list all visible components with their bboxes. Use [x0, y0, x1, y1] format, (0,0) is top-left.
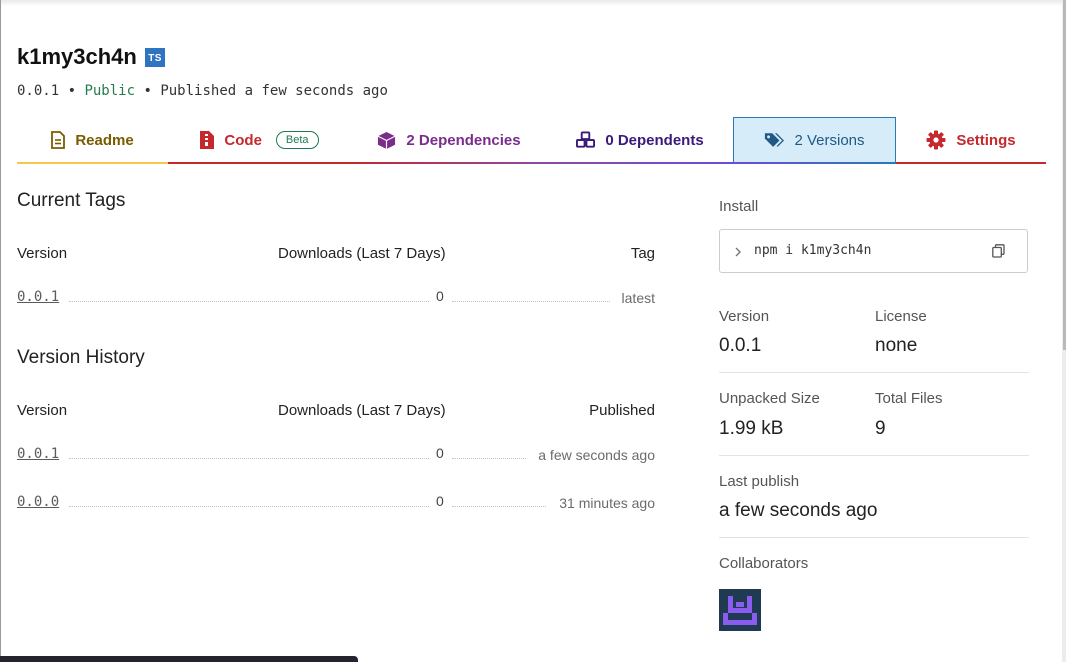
total-files-value: 9 [875, 418, 886, 439]
tab-dependents[interactable]: 0 Dependents [547, 117, 733, 163]
collaborator-avatar[interactable] [719, 589, 761, 631]
window-edge [0, 0, 1, 662]
package-visibility: Public [84, 83, 136, 99]
package-published-time: a few seconds ago [244, 83, 388, 99]
history-header-version: Version [17, 402, 68, 419]
tab-versions-label: 2 Versions [794, 131, 865, 149]
current-tags-header-version: Version [17, 245, 68, 262]
box-icon [378, 131, 396, 149]
tab-readme-underline [17, 162, 168, 164]
version-value: 0.0.1 [719, 335, 762, 356]
license-value: none [875, 335, 918, 356]
tab-code-underline [168, 162, 351, 164]
sidebar-divider [719, 537, 1029, 538]
collaborators-label: Collaborators [719, 555, 809, 572]
package-version: 0.0.1 [17, 83, 60, 99]
tab-dependents-underline [547, 162, 733, 164]
unpacked-size-label: Unpacked Size [719, 390, 820, 407]
gear-icon [926, 130, 946, 150]
tab-code[interactable]: Code Beta [168, 117, 351, 163]
tab-settings-label: Settings [956, 131, 1016, 149]
row-leader-dots [69, 301, 429, 302]
history-published: a few seconds ago [538, 447, 655, 463]
sidebar-divider [719, 372, 1029, 373]
row-leader-dots [69, 458, 429, 459]
tab-settings-underline [896, 162, 1046, 164]
current-tags-header-downloads: Downloads (Last 7 Days) [278, 245, 446, 262]
history-header-published: Published [589, 402, 655, 419]
install-command: npm i k1my3ch4n [754, 243, 872, 258]
tab-code-label: Code [224, 131, 262, 149]
readme-file-icon [51, 131, 66, 149]
top-shadow [0, 0, 1066, 6]
row-leader-dots [69, 506, 429, 507]
version-label: Version [719, 308, 770, 325]
version-history-heading: Version History [17, 347, 145, 368]
history-downloads: 0 [436, 445, 444, 461]
total-files-label: Total Files [875, 390, 943, 407]
history-version-link[interactable]: 0.0.0 [17, 494, 59, 510]
current-tags-header-tag: Tag [630, 245, 655, 262]
tab-versions[interactable]: 2 Versions [733, 117, 896, 163]
boxes-icon [576, 131, 596, 148]
install-command-box[interactable]: npm i k1my3ch4n [719, 229, 1028, 273]
tab-dependencies[interactable]: 2 Dependencies [351, 117, 547, 163]
tab-readme-label: Readme [75, 131, 134, 149]
package-meta: 0.0.1 • Public • Published a few seconds… [17, 83, 388, 99]
current-tags-heading: Current Tags [17, 190, 126, 211]
current-tag-name: latest [621, 290, 655, 306]
meta-published-prefix: • Published [135, 83, 245, 99]
tab-versions-underline [733, 162, 896, 164]
license-label: License [875, 308, 927, 325]
tab-readme[interactable]: Readme [17, 117, 168, 163]
tags-icon [765, 132, 785, 147]
unpacked-size-value: 1.99 kB [719, 418, 784, 439]
last-publish-label: Last publish [719, 473, 800, 490]
code-file-icon [200, 131, 215, 149]
history-header-downloads: Downloads (Last 7 Days) [278, 402, 446, 419]
history-version-link[interactable]: 0.0.1 [17, 446, 59, 462]
package-title: k1my3ch4n [17, 44, 137, 69]
history-downloads: 0 [436, 493, 444, 509]
current-tag-downloads: 0 [436, 288, 444, 304]
history-published: 31 minutes ago [559, 495, 655, 511]
beta-badge: Beta [275, 131, 319, 149]
tab-dependencies-label: 2 Dependencies [406, 131, 521, 149]
current-tag-version-link[interactable]: 0.0.1 [17, 289, 59, 305]
meta-separator: • [59, 83, 85, 99]
typescript-badge-icon: TS [145, 48, 165, 67]
terminal-prompt-icon [735, 247, 741, 257]
tab-dependents-label: 0 Dependents [605, 131, 704, 149]
last-publish-value: a few seconds ago [719, 500, 878, 521]
status-tooltip [0, 656, 358, 662]
copy-icon[interactable] [992, 244, 1005, 258]
tab-dependencies-underline [351, 162, 547, 164]
sidebar-divider [719, 455, 1029, 456]
tab-settings[interactable]: Settings [896, 117, 1046, 163]
install-label: Install [719, 198, 759, 215]
